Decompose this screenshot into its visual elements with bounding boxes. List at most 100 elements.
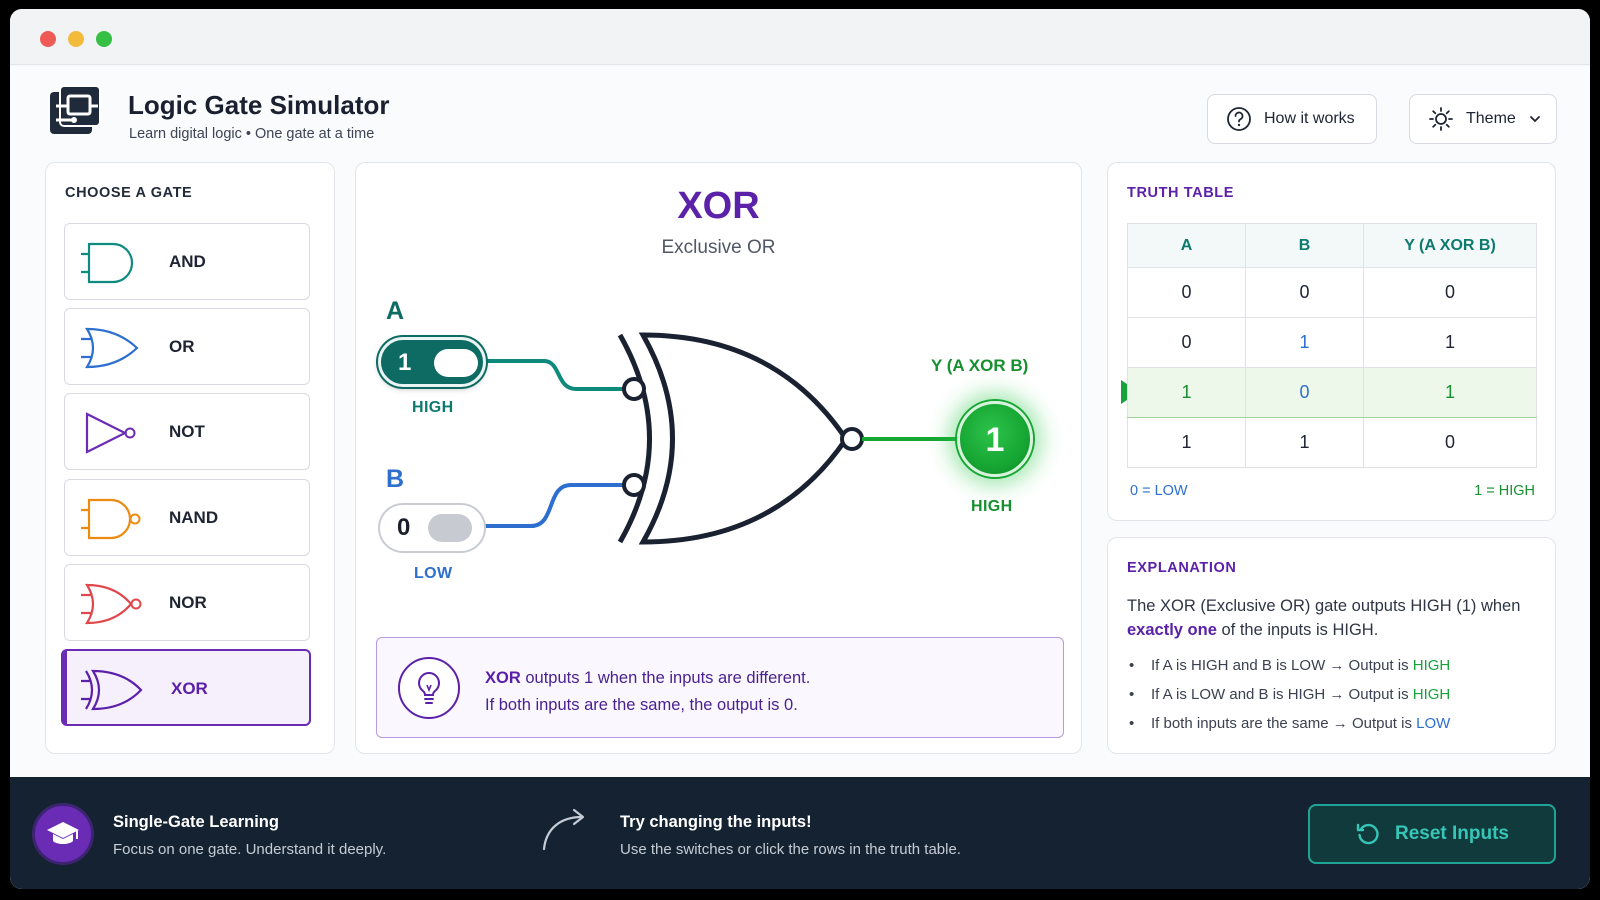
maximize-window-button[interactable] — [96, 31, 112, 47]
or-gate-icon — [81, 327, 139, 369]
input-a-label: A — [386, 297, 405, 325]
gate-item-label: OR — [169, 337, 195, 356]
gate-item-label: XOR — [171, 679, 208, 698]
gate-item-or[interactable]: OR — [64, 308, 310, 385]
nor-gate-icon — [81, 583, 142, 625]
cell-a: 1 — [1127, 417, 1246, 468]
help-icon — [1227, 107, 1251, 131]
wire-a — [484, 359, 628, 391]
cell-b: 1 — [1245, 317, 1364, 368]
explanation-text-start: The XOR (Exclusive OR) gate outputs HIGH… — [1127, 597, 1521, 615]
explanation-item-result: LOW — [1416, 715, 1451, 732]
input-b-switch[interactable]: 0 — [378, 503, 486, 553]
gate-item-xor[interactable]: XOR — [61, 649, 311, 726]
how-it-works-button[interactable]: How it works — [1207, 94, 1377, 144]
how-it-works-label: How it works — [1264, 110, 1355, 127]
nand-gate-icon — [81, 498, 141, 540]
close-window-button[interactable] — [40, 31, 56, 47]
hint-line-1: outputs 1 when the inputs are different. — [520, 669, 811, 687]
output-indicator: 1 — [957, 401, 1033, 477]
logo-icon — [50, 85, 101, 134]
input-b-pin — [622, 473, 646, 497]
header: Logic Gate Simulator Learn digital logic… — [10, 66, 1590, 156]
wire-b — [484, 483, 628, 528]
truth-table-row[interactable]: 1 1 0 — [1127, 417, 1537, 468]
footer-bar: Single-Gate Learning Focus on one gate. … — [10, 777, 1590, 889]
explanation-text-end: of the inputs is HIGH. — [1216, 621, 1379, 639]
cell-y: 0 — [1363, 267, 1537, 318]
and-gate-icon — [81, 242, 134, 284]
app-title: Logic Gate Simulator — [128, 90, 390, 120]
app-content: Logic Gate Simulator Learn digital logic… — [10, 66, 1590, 889]
explanation-title: EXPLANATION — [1127, 560, 1237, 576]
truth-table-row-selected[interactable]: 1 0 1 — [1127, 367, 1537, 418]
app-window: Logic Gate Simulator Learn digital logic… — [10, 9, 1590, 889]
input-a-switch[interactable]: 1 — [378, 337, 486, 387]
title-bar — [10, 9, 1590, 65]
gate-item-label: AND — [169, 252, 206, 271]
cell-a: 0 — [1127, 317, 1246, 368]
switch-knob — [434, 349, 478, 377]
hint-gate-name: XOR — [485, 669, 521, 687]
column-header-b: B — [1245, 223, 1364, 268]
curved-arrow-icon — [542, 808, 585, 851]
cell-a: 0 — [1127, 267, 1246, 318]
cell-a: 1 — [1127, 367, 1246, 418]
sun-icon — [1429, 107, 1453, 131]
truth-table-header-row: A B Y (A XOR B) — [1127, 223, 1537, 268]
minimize-window-button[interactable] — [68, 31, 84, 47]
explanation-item: If A is HIGH and B is LOW → Output is HI… — [1127, 651, 1450, 680]
output-pin — [840, 427, 864, 451]
explanation-panel: EXPLANATION The XOR (Exclusive OR) gate … — [1107, 537, 1556, 754]
xor-circuit-diagram — [484, 332, 961, 545]
cell-y: 0 — [1363, 417, 1537, 468]
cell-y: 1 — [1363, 317, 1537, 368]
explanation-list: If A is HIGH and B is LOW → Output is HI… — [1127, 651, 1450, 738]
output-state: HIGH — [971, 498, 1013, 515]
gate-chooser-panel: CHOOSE A GATE AND OR NOT NAND NOR XOR — [45, 162, 335, 754]
gate-item-nor[interactable]: NOR — [64, 564, 310, 641]
theme-dropdown[interactable]: Theme — [1409, 94, 1557, 144]
legend-high: 1 = HIGH — [1474, 483, 1535, 499]
xor-gate-body — [638, 332, 850, 545]
input-a-state: HIGH — [412, 399, 454, 416]
explanation-item: If A is LOW and B is HIGH → Output is HI… — [1127, 680, 1450, 709]
try-subtitle: Use the switches or click the rows in th… — [620, 841, 961, 858]
explanation-item-result: HIGH — [1412, 686, 1451, 703]
hint-box: XOR outputs 1 when the inputs are differ… — [376, 637, 1064, 738]
reset-icon — [1356, 823, 1379, 845]
cell-b: 0 — [1245, 367, 1364, 418]
input-b-state: LOW — [414, 565, 453, 582]
truth-table-panel: TRUTH TABLE A B Y (A XOR B) 0 0 0 0 1 1 … — [1107, 162, 1556, 521]
gate-item-label: NAND — [169, 508, 219, 527]
switch-knob — [428, 514, 472, 542]
truth-table-row[interactable]: 0 1 1 — [1127, 317, 1537, 368]
truth-table-title: TRUTH TABLE — [1127, 185, 1235, 201]
reset-inputs-button[interactable]: Reset Inputs — [1308, 804, 1556, 864]
gate-item-and[interactable]: AND — [64, 223, 310, 300]
gate-item-not[interactable]: NOT — [64, 393, 310, 470]
app-subtitle: Learn digital logic • One gate at a time — [129, 126, 375, 142]
column-header-a: A — [1127, 223, 1246, 268]
legend-low: 0 = LOW — [1130, 483, 1188, 499]
truth-table-row[interactable]: 0 0 0 — [1127, 267, 1537, 318]
graduation-cap-icon — [32, 803, 94, 865]
gate-item-label: NOR — [169, 593, 207, 612]
chevron-down-icon — [1529, 116, 1540, 123]
lightbulb-icon — [398, 657, 460, 719]
not-gate-icon — [85, 412, 136, 454]
input-b-value: 0 — [397, 514, 411, 541]
explanation-item: If both inputs are the same → Output is … — [1127, 709, 1450, 738]
output-label: Y (A XOR B) — [931, 356, 1029, 375]
footer-title: Single-Gate Learning — [113, 813, 279, 831]
reset-inputs-label: Reset Inputs — [1394, 823, 1510, 844]
explanation-emphasis: exactly one — [1127, 621, 1217, 639]
gate-item-nand[interactable]: NAND — [64, 479, 310, 556]
truth-table: A B Y (A XOR B) 0 0 0 0 1 1 1 0 1 1 1 0 — [1127, 223, 1537, 468]
cell-y: 1 — [1363, 367, 1537, 418]
input-b-label: B — [386, 465, 405, 493]
explanation-item-text: If A is HIGH and B is LOW → Output is — [1151, 657, 1413, 674]
explanation-item-text: If both inputs are the same → Output is — [1151, 715, 1417, 732]
gate-item-label: NOT — [169, 422, 205, 441]
column-header-y: Y (A XOR B) — [1363, 223, 1537, 268]
